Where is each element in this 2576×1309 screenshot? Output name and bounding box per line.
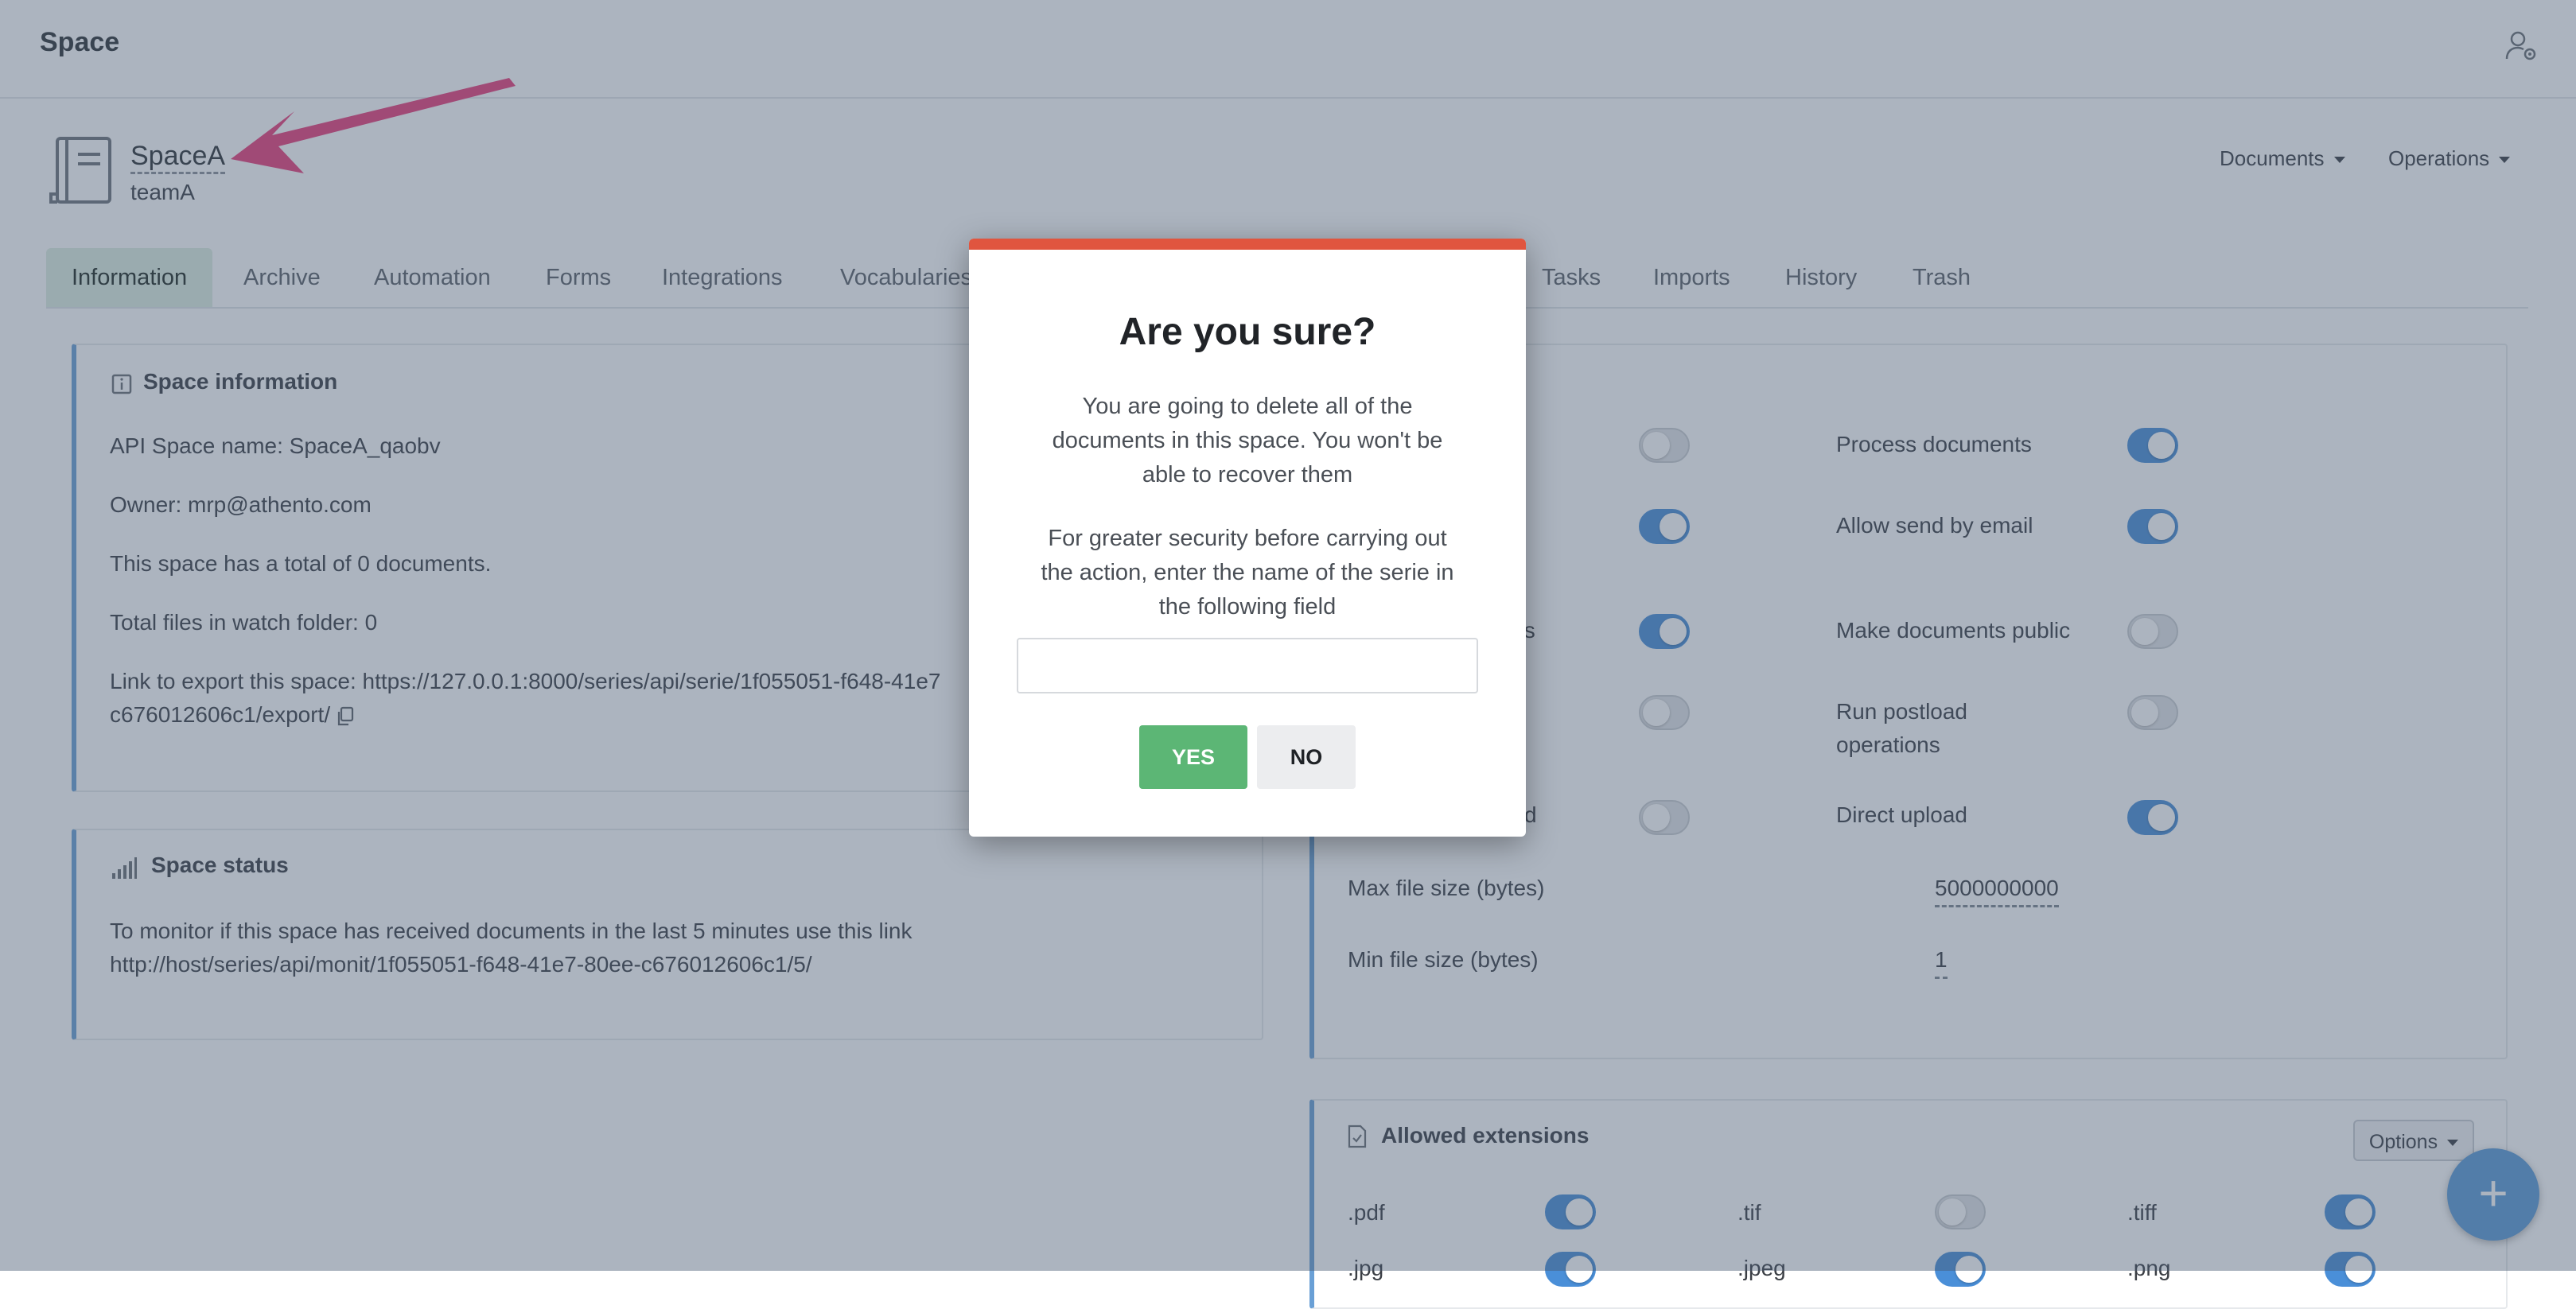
dialog-title: Are you sure?	[1119, 311, 1376, 353]
dialog-instruction-text: For greater security before carrying out…	[1041, 526, 1454, 620]
no-button[interactable]: NO	[1257, 725, 1356, 789]
dialog-accent-bar	[969, 239, 1526, 250]
confirm-delete-dialog: Are you sure? You are going to delete al…	[969, 239, 1526, 837]
serie-name-input[interactable]	[1017, 638, 1478, 693]
dialog-warning-text: You are going to delete all of the docum…	[1052, 394, 1443, 487]
yes-button[interactable]: YES	[1139, 725, 1247, 789]
